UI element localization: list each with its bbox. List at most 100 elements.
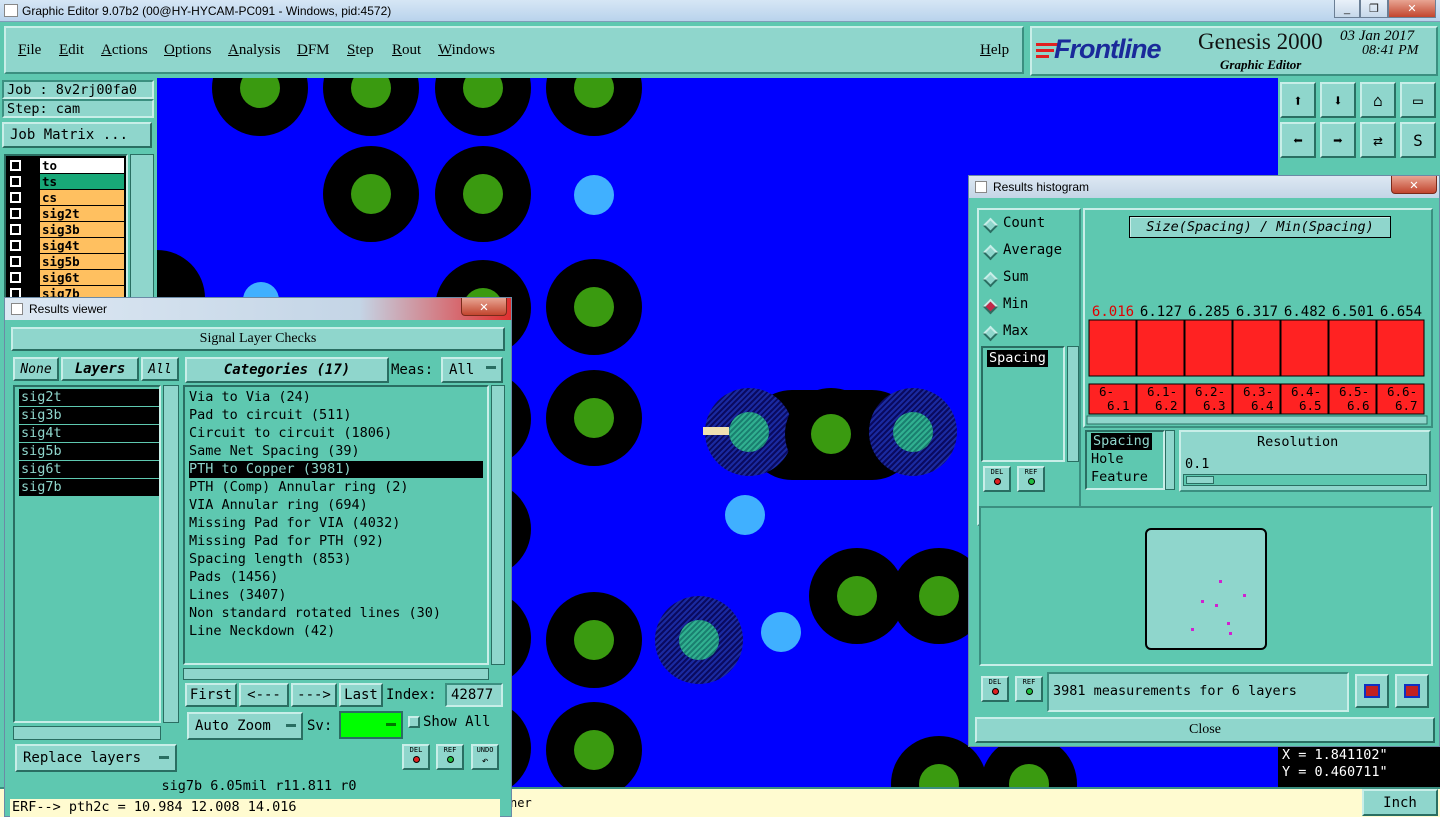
categories-button[interactable]: Categories (17)	[185, 357, 389, 383]
layer-name[interactable]: sig3b	[40, 222, 124, 237]
layer-checkbox[interactable]	[10, 256, 21, 267]
layer-name[interactable]: sig6t	[40, 270, 124, 285]
tool-down-icon[interactable]: ⬇	[1320, 82, 1356, 118]
tool-swap-icon[interactable]: ⇄	[1360, 122, 1396, 158]
layer-name[interactable]: sig5b	[40, 254, 124, 269]
histogram-close-button[interactable]: Close	[975, 717, 1435, 743]
menu-file[interactable]: File	[18, 42, 41, 59]
mode-radio-icon[interactable]	[982, 244, 999, 261]
category-item[interactable]: Via to Via (24)	[189, 389, 483, 406]
feature-item[interactable]: Feature	[1091, 469, 1148, 486]
meas-dropdown[interactable]: All	[441, 357, 503, 383]
ref-button[interactable]: REF	[436, 744, 464, 770]
histogram-close-icon[interactable]: ✕	[1391, 176, 1437, 194]
category-item[interactable]: Pad to circuit (511)	[189, 407, 483, 424]
layers-list-hscrollbar[interactable]	[13, 726, 161, 740]
histogram-bar[interactable]	[1136, 319, 1185, 377]
layer-row[interactable]: sig5b	[6, 254, 126, 269]
category-item[interactable]: Line Neckdown (42)	[189, 623, 483, 640]
mode-label[interactable]: Count	[1003, 215, 1045, 231]
del-button[interactable]: DEL	[402, 744, 430, 770]
layers-all-button[interactable]: All	[141, 357, 179, 381]
resolution-slider[interactable]	[1183, 474, 1427, 486]
menu-analysis[interactable]: Analysis	[228, 42, 281, 59]
category-item[interactable]: VIA Annular ring (694)	[189, 497, 483, 514]
menu-actions[interactable]: Actions	[101, 42, 148, 59]
prev-button[interactable]: <---	[239, 683, 289, 707]
layer-list-item[interactable]: sig6t	[19, 461, 159, 478]
tool-s-icon[interactable]: S	[1400, 122, 1436, 158]
category-item[interactable]: Spacing length (853)	[189, 551, 483, 568]
layer-checkbox[interactable]	[10, 192, 21, 203]
next-button[interactable]: --->	[291, 683, 337, 707]
signal-layer-checks-header[interactable]: Signal Layer Checks	[11, 327, 505, 351]
tool-window-icon[interactable]: ▭	[1400, 82, 1436, 118]
menu-dfm[interactable]: DFM	[297, 42, 330, 59]
mode-label[interactable]: Average	[1003, 242, 1062, 258]
sv-color-dropdown[interactable]	[339, 711, 403, 739]
layer-row[interactable]: to	[6, 158, 126, 173]
index-input[interactable]: 42877	[445, 683, 503, 707]
layer-name[interactable]: sig2t	[40, 206, 124, 221]
feature-item[interactable]: Hole	[1091, 451, 1124, 468]
menu-help[interactable]: Help	[980, 42, 1009, 59]
window-close-button[interactable]: ✕	[1388, 0, 1436, 18]
mode-label[interactable]: Max	[1003, 323, 1028, 339]
category-item[interactable]: Missing Pad for PTH (92)	[189, 533, 483, 550]
menu-edit[interactable]: Edit	[59, 42, 84, 59]
menu-options[interactable]: Options	[164, 42, 212, 59]
mode-radio-icon[interactable]	[982, 298, 999, 315]
category-item[interactable]: PTH to Copper (3981)	[189, 461, 483, 478]
measure-scrollbar[interactable]	[1067, 346, 1079, 462]
category-item[interactable]: Circuit to circuit (1806)	[189, 425, 483, 442]
layer-checkbox[interactable]	[10, 160, 21, 171]
layer-row[interactable]: sig2t	[6, 206, 126, 221]
histogram-bar[interactable]	[1232, 319, 1281, 377]
category-item[interactable]: PTH (Comp) Annular ring (2)	[189, 479, 483, 496]
overview-map[interactable]	[1145, 528, 1267, 650]
replace-layers-dropdown[interactable]: Replace layers	[15, 744, 177, 772]
menu-windows[interactable]: Windows	[438, 42, 495, 59]
layer-checkbox[interactable]	[10, 224, 21, 235]
hist-del-button[interactable]: DEL	[983, 466, 1011, 492]
mode-radio-icon[interactable]	[982, 325, 999, 342]
mode-label[interactable]: Min	[1003, 296, 1028, 312]
histogram-bar[interactable]	[1184, 319, 1233, 377]
layers-none-button[interactable]: None	[13, 357, 59, 381]
layer-name[interactable]: to	[40, 158, 124, 173]
feature-item[interactable]: Spacing	[1091, 433, 1152, 450]
layer-name[interactable]: ts	[40, 174, 124, 189]
categories-hscrollbar[interactable]	[183, 668, 489, 680]
layer-name[interactable]: cs	[40, 190, 124, 205]
undo-button[interactable]: UNDO ↶	[471, 744, 499, 770]
category-item[interactable]: Missing Pad for VIA (4032)	[189, 515, 483, 532]
tool-left-icon[interactable]: ⬅	[1280, 122, 1316, 158]
layer-row[interactable]: sig6t	[6, 270, 126, 285]
chart-hscrollbar[interactable]	[1086, 415, 1428, 425]
histogram-bar[interactable]	[1280, 319, 1329, 377]
layers-list-vscrollbar[interactable]	[163, 385, 179, 723]
zoom-fit-icon[interactable]	[1395, 674, 1429, 708]
first-button[interactable]: First	[185, 683, 237, 707]
results-viewer-close-icon[interactable]: ✕	[461, 298, 507, 316]
histogram-bar[interactable]	[1328, 319, 1377, 377]
categories-vscrollbar[interactable]	[491, 385, 505, 665]
layer-row[interactable]: sig4t	[6, 238, 126, 253]
last-button[interactable]: Last	[339, 683, 383, 707]
category-item[interactable]: Lines (3407)	[189, 587, 483, 604]
layer-checkbox[interactable]	[10, 208, 21, 219]
overview-del-button[interactable]: DEL	[981, 676, 1009, 702]
layer-list-scrollbar[interactable]	[130, 154, 154, 304]
mode-label[interactable]: Sum	[1003, 269, 1028, 285]
minimize-button[interactable]: _	[1334, 0, 1360, 18]
category-item[interactable]: Pads (1456)	[189, 569, 483, 586]
tool-home-icon[interactable]: ⌂	[1360, 82, 1396, 118]
hist-ref-button[interactable]: REF	[1017, 466, 1045, 492]
tool-up-icon[interactable]: ⬆	[1280, 82, 1316, 118]
maximize-button[interactable]: ❐	[1360, 0, 1388, 18]
mode-radio-icon[interactable]	[982, 217, 999, 234]
layer-list-item[interactable]: sig5b	[19, 443, 159, 460]
layer-row[interactable]: ts	[6, 174, 126, 189]
units-button[interactable]: Inch	[1362, 789, 1438, 816]
zoom-to-icon[interactable]	[1355, 674, 1389, 708]
